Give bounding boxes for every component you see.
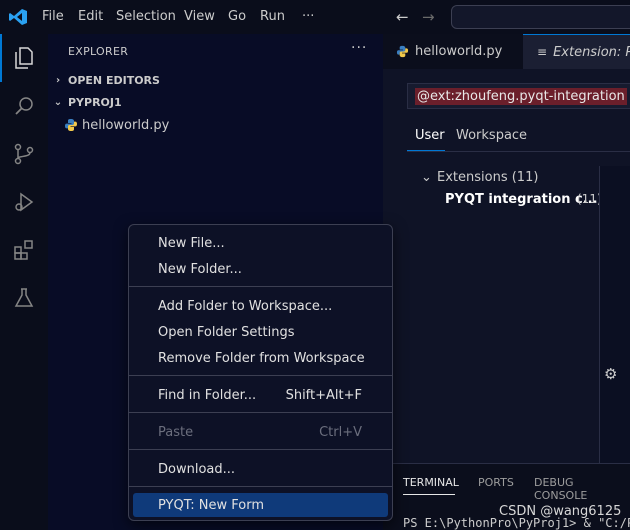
run-debug-icon[interactable] [0, 178, 48, 226]
menu-remove-folder[interactable]: Remove Folder from Workspace [133, 346, 388, 370]
menu-download-label: Download... [158, 461, 236, 477]
menu-separator [129, 412, 392, 413]
scope-divider [407, 151, 630, 152]
menu-download[interactable]: Download... [133, 457, 388, 481]
file-name: helloworld.py [82, 117, 170, 133]
file-helloworld[interactable]: helloworld.py [48, 114, 383, 136]
menu-new-folder-label: New Folder... [158, 261, 242, 277]
menu-new-file-label: New File... [158, 235, 225, 251]
explorer-more-button[interactable]: ··· [351, 40, 367, 56]
python-file-icon [396, 45, 409, 58]
vscode-logo-icon [9, 9, 27, 25]
menu-selection[interactable]: Selection [116, 9, 176, 24]
tab-helloworld[interactable]: helloworld.py [383, 34, 523, 69]
menu-remove-folder-label: Remove Folder from Workspace [158, 350, 365, 366]
menu-find-in-folder-shortcut: Shift+Alt+F [285, 387, 362, 403]
source-control-icon[interactable] [0, 130, 48, 178]
menu-pyqt-new-form-label: PYQT: New Form [158, 497, 264, 513]
files-icon[interactable] [0, 34, 48, 82]
menu-file[interactable]: File [42, 9, 64, 24]
open-editors-label: OPEN EDITORS [68, 73, 160, 87]
menu-more[interactable]: ··· [302, 9, 314, 24]
menu-pyqt-new-form[interactable]: PYQT: New Form [133, 493, 388, 517]
settings-list-icon: ≡ [537, 45, 548, 59]
tab-extension[interactable]: ≡ Extension: PYQ [523, 34, 630, 69]
menu-go[interactable]: Go [228, 9, 246, 24]
terminal-active-indicator [403, 494, 455, 495]
settings-search-input[interactable]: @ext:zhoufeng.pyqt-integration [407, 83, 630, 109]
menu-separator [129, 486, 392, 487]
search-icon[interactable] [0, 82, 48, 130]
tab-user[interactable]: User [415, 128, 445, 143]
menu-paste-shortcut: Ctrl+V [319, 424, 362, 440]
menu-new-folder[interactable]: New Folder... [133, 257, 388, 281]
settings-search-value: @ext:zhoufeng.pyqt-integration [415, 88, 627, 105]
tab-helloworld-label: helloworld.py [415, 44, 503, 59]
command-center-search[interactable] [451, 5, 630, 29]
menu-find-in-folder-label: Find in Folder... [158, 387, 257, 403]
forward-arrow-icon[interactable]: → [422, 8, 435, 26]
menu-edit[interactable]: Edit [78, 9, 103, 24]
activity-bar [0, 34, 48, 530]
flask-icon[interactable] [0, 274, 48, 322]
watermark: CSDN @wang6125 [499, 504, 622, 519]
chevron-down-icon[interactable]: ⌄ [421, 170, 432, 185]
tree-pyqt-integration[interactable]: PYQT integration c... [445, 192, 598, 207]
menu-paste-label: Paste [158, 424, 194, 440]
menu-separator [129, 375, 392, 376]
tab-extension-label: Extension: PYQ [553, 44, 630, 60]
menu-find-in-folder[interactable]: Find in Folder... Shift+Alt+F [133, 383, 388, 407]
scope-active-indicator [407, 150, 445, 151]
bottom-panel: TERMINAL PORTS DEBUG CONSOLE PS E:\Pytho… [383, 463, 630, 530]
tree-extensions[interactable]: Extensions (11) [437, 170, 538, 185]
menu-view[interactable]: View [184, 9, 215, 24]
chevron-right-icon: › [55, 74, 61, 86]
tab-terminal[interactable]: TERMINAL [403, 476, 459, 489]
menu-add-folder[interactable]: Add Folder to Workspace... [133, 294, 388, 318]
context-menu: New File... New Folder... Add Folder to … [128, 224, 393, 521]
tab-debug-console[interactable]: DEBUG CONSOLE [534, 476, 630, 502]
project-section[interactable]: ⌄ PYPROJ1 [48, 91, 383, 113]
gear-icon[interactable]: ⚙ [604, 365, 617, 383]
menu-separator [129, 286, 392, 287]
back-arrow-icon[interactable]: ← [396, 8, 409, 26]
menu-paste: Paste Ctrl+V [133, 420, 388, 444]
chevron-down-icon: ⌄ [53, 96, 63, 108]
extensions-icon[interactable] [0, 226, 48, 274]
settings-editor: @ext:zhoufeng.pyqt-integration User Work… [383, 69, 630, 463]
project-label: PYPROJ1 [68, 95, 122, 109]
menu-add-folder-label: Add Folder to Workspace... [158, 298, 333, 314]
settings-detail-pane [599, 166, 630, 463]
menu-new-file[interactable]: New File... [133, 231, 388, 255]
tab-ports[interactable]: PORTS [478, 476, 514, 489]
tab-workspace[interactable]: Workspace [456, 128, 527, 143]
menu-run[interactable]: Run [260, 9, 285, 24]
editor-tabs: helloworld.py ≡ Extension: PYQ [383, 34, 630, 69]
explorer-title: EXPLORER [68, 45, 129, 58]
python-file-icon [65, 119, 77, 131]
title-bar: File Edit Selection View Go Run ··· ← → [0, 0, 630, 34]
menu-open-folder-settings[interactable]: Open Folder Settings [133, 320, 388, 344]
menu-separator [129, 449, 392, 450]
tree-pyqt-count: (11) [577, 192, 602, 206]
open-editors-section[interactable]: › OPEN EDITORS [48, 69, 383, 91]
menu-open-folder-settings-label: Open Folder Settings [158, 324, 295, 340]
